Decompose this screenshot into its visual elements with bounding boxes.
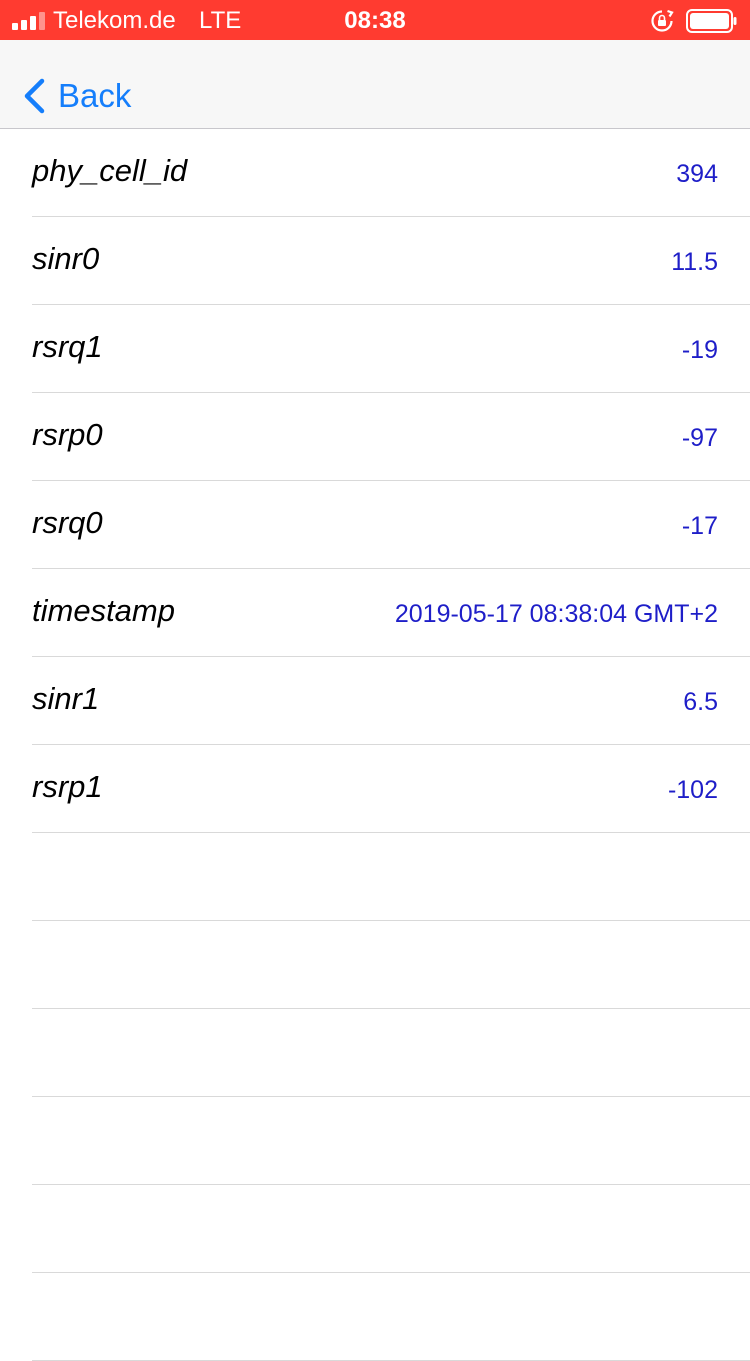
list-item[interactable]: rsrq1 -19 [32, 305, 750, 393]
rotation-lock-icon [651, 9, 674, 32]
empty-list-item [32, 1273, 750, 1361]
property-key: rsrq1 [32, 329, 103, 364]
property-value: -17 [681, 512, 718, 540]
list-item[interactable]: rsrq0 -17 [32, 481, 750, 569]
list-item[interactable]: rsrp1 -102 [32, 745, 750, 833]
list-item[interactable]: rsrp0 -97 [32, 393, 750, 481]
list-item[interactable]: timestamp 2019-05-17 08:38:04 GMT+2 [32, 569, 750, 657]
empty-list-item [32, 921, 750, 1009]
property-value: 11.5 [671, 248, 718, 276]
property-key: sinr1 [32, 681, 100, 716]
property-value: 394 [676, 160, 718, 188]
back-button[interactable]: Back [22, 76, 131, 116]
status-bar: Telekom.de LTE 08:38 [0, 0, 750, 40]
property-key: sinr0 [32, 241, 100, 276]
empty-list-item [32, 1185, 750, 1273]
property-value: 6.5 [683, 688, 718, 716]
chevron-left-icon [24, 78, 45, 114]
property-value: -102 [667, 776, 718, 804]
empty-list-item [32, 1097, 750, 1185]
navigation-bar: Back [0, 40, 750, 129]
list-item[interactable]: phy_cell_id 394 [32, 129, 750, 217]
property-key: rsrp0 [32, 417, 103, 452]
list-item[interactable]: sinr1 6.5 [32, 657, 750, 745]
property-list: phy_cell_id 394 sinr0 11.5 rsrq1 -19 rsr… [0, 129, 750, 1361]
property-value: -19 [681, 336, 718, 364]
empty-list-item [32, 1009, 750, 1097]
property-key: timestamp [32, 593, 175, 628]
back-button-label: Back [58, 77, 132, 114]
list-item[interactable]: sinr0 11.5 [32, 217, 750, 305]
status-clock: 08:38 [344, 7, 406, 34]
property-value: 2019-05-17 08:38:04 GMT+2 [394, 600, 718, 628]
property-key: phy_cell_id [32, 153, 188, 188]
property-key: rsrp1 [32, 769, 103, 804]
battery-icon [686, 9, 737, 33]
property-key: rsrq0 [32, 505, 103, 540]
empty-list-item [32, 833, 750, 921]
property-value: -97 [681, 424, 718, 452]
